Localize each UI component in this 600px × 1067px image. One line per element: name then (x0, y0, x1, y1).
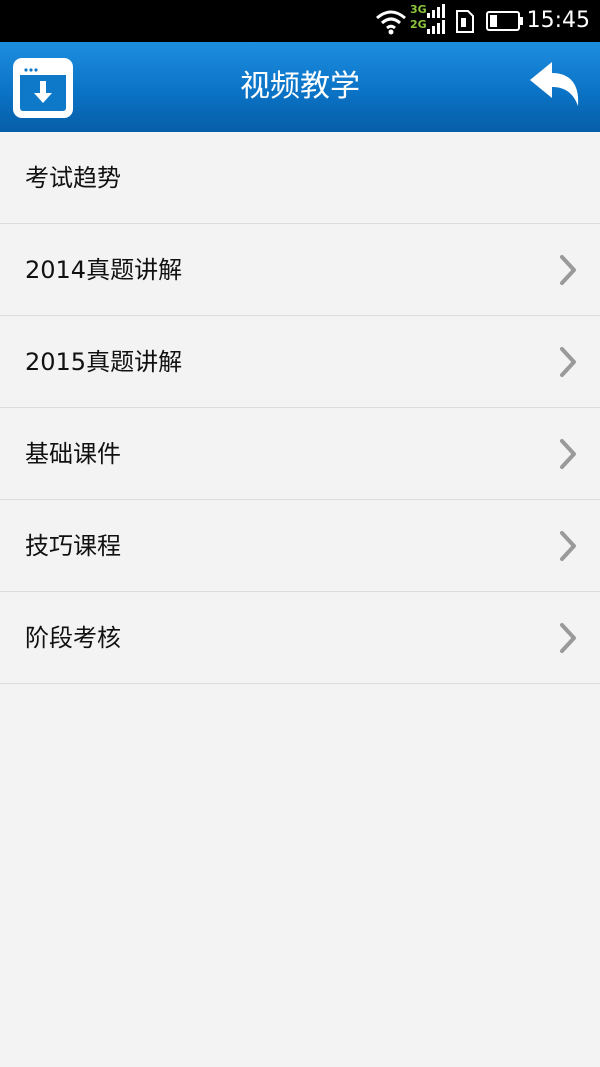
list-item-exam-trends[interactable]: 考试趋势 (0, 132, 600, 224)
chevron-right-icon (560, 439, 576, 469)
status-time: 15:45 (526, 8, 590, 33)
battery-icon (486, 11, 523, 31)
network-type-3g: 3G (410, 3, 427, 16)
chevron-right-icon (560, 531, 576, 561)
list-item-label: 阶段考核 (25, 624, 121, 652)
list-item-label: 考试趋势 (25, 164, 121, 192)
menu-list: 考试趋势 2014真题讲解 2015真题讲解 基础课件 技巧课程 阶段考核 (0, 132, 600, 684)
list-item-2014-exam-explanation[interactable]: 2014真题讲解 (0, 224, 600, 316)
page-title: 视频教学 (240, 69, 360, 104)
title-bar: 视频教学 (0, 42, 600, 132)
signal-icon (427, 4, 445, 34)
back-arrow-icon[interactable] (528, 60, 584, 114)
list-item-2015-exam-explanation[interactable]: 2015真题讲解 (0, 316, 600, 408)
network-type-2g: 2G (410, 18, 427, 31)
list-item-basic-courseware[interactable]: 基础课件 (0, 408, 600, 500)
status-bar: 3G 2G 15:45 (0, 0, 600, 42)
chevron-right-icon (560, 255, 576, 285)
chevron-right-icon (560, 347, 576, 377)
list-item-stage-assessment[interactable]: 阶段考核 (0, 592, 600, 684)
sim-icon (456, 10, 474, 33)
list-item-label: 基础课件 (25, 440, 121, 468)
list-item-label: 技巧课程 (25, 532, 121, 560)
wifi-icon (376, 10, 406, 35)
list-item-label: 2015真题讲解 (25, 348, 183, 376)
list-item-skills-course[interactable]: 技巧课程 (0, 500, 600, 592)
list-item-label: 2014真题讲解 (25, 256, 183, 284)
chevron-right-icon (560, 623, 576, 653)
